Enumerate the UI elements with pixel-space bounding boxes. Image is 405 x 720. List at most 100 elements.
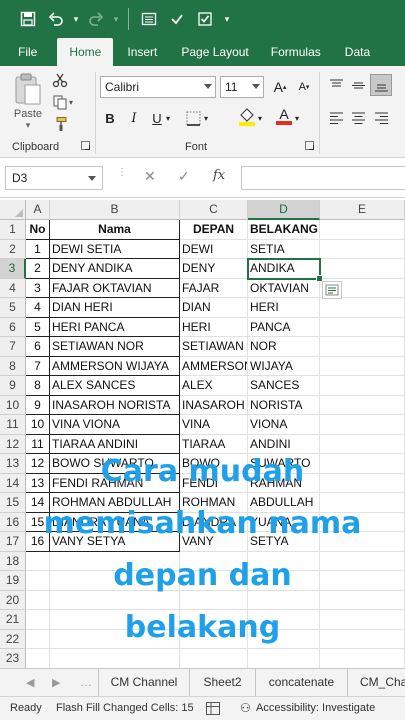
scroll-tabs-right-icon[interactable]: ▶	[52, 676, 60, 689]
tab-home[interactable]: Home	[57, 38, 114, 66]
align-bottom-icon[interactable]	[370, 74, 392, 96]
column-header-c[interactable]: C	[180, 200, 248, 220]
header-cell-depan[interactable]: DEPAN	[180, 220, 248, 240]
column-header-a[interactable]: A	[26, 200, 50, 220]
format-painter-icon[interactable]	[50, 115, 70, 133]
fill-color-icon[interactable]	[237, 106, 257, 126]
cell-no[interactable]: 6	[26, 337, 50, 357]
cell[interactable]	[320, 239, 405, 259]
cell-nama[interactable]: DEWI SETIA	[50, 239, 180, 259]
status-accessibility[interactable]: Accessibility: Investigate	[256, 702, 375, 714]
row-header-7[interactable]: 7	[0, 337, 26, 357]
font-launcher-icon[interactable]	[305, 141, 314, 150]
cell[interactable]	[320, 337, 405, 357]
row-header-8[interactable]: 8	[0, 356, 26, 376]
cell-nama[interactable]: SETIAWAN NOR	[50, 337, 180, 357]
decrease-font-icon[interactable]: A ▾	[294, 77, 314, 97]
select-all-corner[interactable]	[0, 200, 26, 220]
cut-icon[interactable]	[50, 71, 70, 89]
cell-depan[interactable]: DENY	[180, 259, 248, 279]
sheet-tab-cm-cha[interactable]: CM_Cha	[348, 669, 405, 696]
sheet-view-icon[interactable]	[206, 702, 220, 718]
borders-dropdown-icon[interactable]: ▾	[201, 108, 211, 128]
formula-input[interactable]	[241, 166, 405, 190]
header-cell-belakang[interactable]: BELAKANG	[248, 220, 320, 240]
cell-no[interactable]: 10	[26, 415, 50, 435]
align-right-icon[interactable]	[371, 108, 391, 128]
cell-nama[interactable]: FAJAR OKTAVIAN	[50, 278, 180, 298]
tabs-more-icon[interactable]: …	[80, 675, 92, 689]
row-header-3[interactable]: 3	[0, 259, 26, 279]
row-header-5[interactable]: 5	[0, 298, 26, 318]
cell-belakang[interactable]: SETIA	[248, 239, 320, 259]
cell-no[interactable]: 3	[26, 278, 50, 298]
column-header-b[interactable]: B	[50, 200, 180, 220]
clipboard-launcher-icon[interactable]	[81, 141, 90, 150]
column-header-e[interactable]: E	[320, 200, 405, 220]
bold-button[interactable]: B	[100, 108, 120, 128]
tab-data[interactable]: Data	[333, 38, 382, 66]
redo-icon[interactable]	[82, 0, 110, 38]
scroll-tabs-left-icon[interactable]: ◀	[26, 676, 34, 689]
cell-nama[interactable]: VINA VIONA	[50, 415, 180, 435]
font-size-dropdown-icon[interactable]	[252, 84, 260, 89]
cell-depan[interactable]: ALEX	[180, 376, 248, 396]
row-header-10[interactable]: 10	[0, 395, 26, 415]
customize-toolbar-icon[interactable]: ▾	[219, 0, 235, 38]
cell-belakang[interactable]: OKTAVIAN	[248, 278, 320, 298]
row-header-2[interactable]: 2	[0, 239, 26, 259]
cell-belakang[interactable]: WIJAYA	[248, 356, 320, 376]
tab-file[interactable]: File	[0, 38, 57, 66]
align-left-icon[interactable]	[326, 108, 346, 128]
borders-icon[interactable]	[183, 108, 203, 128]
cell-belakang[interactable]: HERI	[248, 298, 320, 318]
cell-no[interactable]: 8	[26, 376, 50, 396]
cell-depan[interactable]: AMMERSON	[180, 356, 248, 376]
cell[interactable]	[320, 298, 405, 318]
cell[interactable]	[320, 395, 405, 415]
cell-belakang[interactable]: NORISTA	[248, 395, 320, 415]
tab-insert[interactable]: Insert	[113, 38, 171, 66]
accessibility-icon[interactable]: ⚇	[240, 701, 251, 715]
cell-depan[interactable]: DEWI	[180, 239, 248, 259]
cell[interactable]	[320, 376, 405, 396]
cell-depan[interactable]: DIAN	[180, 298, 248, 318]
font-color-icon[interactable]: A	[274, 106, 294, 126]
font-color-dropdown-icon[interactable]: ▾	[292, 108, 302, 128]
copy-dropdown-icon[interactable]: ▾	[66, 93, 76, 111]
undo-dropdown-icon[interactable]: ▾	[70, 0, 82, 38]
cell-nama[interactable]: HERI PANCA	[50, 317, 180, 337]
sheet-tab-sheet2[interactable]: Sheet2	[190, 669, 256, 696]
cell-nama[interactable]: INASAROH NORISTA	[50, 395, 180, 415]
font-name-dropdown-icon[interactable]	[204, 84, 212, 89]
font-size-combo[interactable]: 11	[220, 76, 264, 98]
cell[interactable]	[320, 259, 405, 279]
insert-function-icon[interactable]: fx	[213, 168, 225, 183]
cell-depan[interactable]: HERI	[180, 317, 248, 337]
row-header-9[interactable]: 9	[0, 376, 26, 396]
flash-fill-options-icon[interactable]	[322, 280, 342, 299]
cell[interactable]	[320, 317, 405, 337]
undo-icon[interactable]	[42, 0, 70, 38]
cell-belakang[interactable]: NOR	[248, 337, 320, 357]
cell-belakang[interactable]: VIONA	[248, 415, 320, 435]
cell[interactable]	[320, 220, 405, 240]
tab-formulas[interactable]: Formulas	[259, 38, 333, 66]
align-middle-icon[interactable]	[348, 75, 368, 95]
cell-depan[interactable]: SETIAWAN	[180, 337, 248, 357]
header-cell-nama[interactable]: Nama	[50, 220, 180, 240]
underline-dropdown-icon[interactable]: ▾	[163, 108, 173, 128]
fill-color-dropdown-icon[interactable]: ▾	[255, 108, 265, 128]
tab-page-layout[interactable]: Page Layout	[171, 38, 258, 66]
checkbox-icon[interactable]	[163, 0, 191, 38]
sheet-tab-concatenate[interactable]: concatenate	[256, 669, 348, 696]
cell-nama[interactable]: DENY ANDIKA	[50, 259, 180, 279]
paste-button[interactable]: Paste ▾	[10, 72, 46, 136]
save-icon[interactable]	[14, 0, 42, 38]
row-header-4[interactable]: 4	[0, 278, 26, 298]
row-header-6[interactable]: 6	[0, 317, 26, 337]
cell-depan[interactable]: FAJAR	[180, 278, 248, 298]
cell-no[interactable]: 4	[26, 298, 50, 318]
cell-depan[interactable]: VINA	[180, 415, 248, 435]
cell-nama[interactable]: DIAN HERI	[50, 298, 180, 318]
